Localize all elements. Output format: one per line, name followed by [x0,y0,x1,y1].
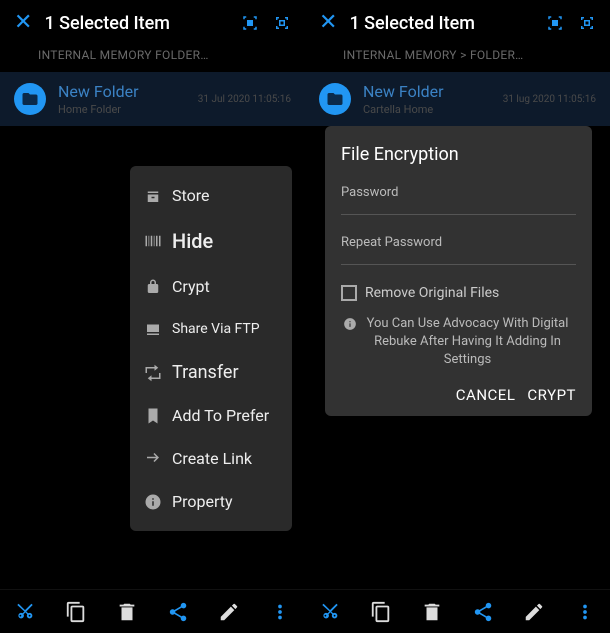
folder-info: New Folder Cartella Home [363,82,491,116]
remove-original-checkbox[interactable]: Remove Original Files [341,285,576,301]
menu-property[interactable]: Property [130,480,292,523]
lock-icon [144,278,162,296]
info-icon [144,493,162,511]
breadcrumb: INTERNAL MEMORY FOLDER… [0,42,305,72]
password-label: Password [341,185,576,200]
share-icon[interactable] [167,601,189,623]
header-title: 1 Selected Item [349,13,534,34]
body: File Encryption Password Repeat Password… [305,126,610,589]
breadcrumb: INTERNAL MEMORY > FOLDER… [305,42,610,72]
share-icon[interactable] [472,601,494,623]
menu-crypt[interactable]: Crypt [130,265,292,308]
cancel-button[interactable]: CANCEL [456,386,516,404]
folder-info: New Folder Home Folder [58,82,186,116]
link-icon [144,450,162,468]
menu-store-label: Store [172,186,209,205]
menu-store[interactable]: Store [130,174,292,217]
delete-icon[interactable] [116,601,138,623]
menu-share-ftp-label: Share Via FTP [172,321,260,337]
screen-right: ✕ 1 Selected Item INTERNAL MEMORY > FOLD… [305,0,610,633]
menu-share-ftp[interactable]: Share Via FTP [130,308,292,350]
advisory-label: You Can Use Advocacy With Digital Rebuke… [361,315,574,370]
menu-add-prefer[interactable]: Add To Prefer [130,395,292,437]
info-icon [343,317,357,337]
folder-row[interactable]: New Folder Cartella Home 31 lug 2020 11:… [305,72,610,126]
header-actions [241,14,291,32]
close-icon[interactable]: ✕ [14,12,32,34]
ftp-icon [144,320,162,338]
more-icon[interactable] [574,601,596,623]
repeat-password-input[interactable] [341,264,576,265]
folder-icon [319,83,351,115]
bottom-toolbar [305,589,610,633]
screen-left: ✕ 1 Selected Item INTERNAL MEMORY FOLDER… [0,0,305,633]
bookmark-icon [144,407,162,425]
crypt-button[interactable]: CRYPT [527,386,576,404]
remove-original-label: Remove Original Files [365,285,499,301]
folder-icon [14,83,46,115]
menu-property-label: Property [172,492,233,511]
repeat-password-label: Repeat Password [341,235,576,250]
password-input[interactable] [341,214,576,215]
dialog-title: File Encryption [341,144,576,165]
edit-icon[interactable] [218,601,240,623]
close-icon[interactable]: ✕ [319,12,337,34]
bottom-toolbar [0,589,305,633]
edit-icon[interactable] [523,601,545,623]
menu-transfer[interactable]: Transfer [130,350,292,395]
copy-icon[interactable] [370,601,392,623]
transfer-icon [144,364,162,382]
folder-subtitle: Home Folder [58,103,186,116]
menu-create-link-label: Create Link [172,449,252,468]
cut-icon[interactable] [14,601,36,623]
menu-transfer-label: Transfer [172,362,239,383]
menu-crypt-label: Crypt [172,277,210,296]
folder-subtitle: Cartella Home [363,103,491,116]
folder-date: 31 lug 2020 11:05:16 [503,94,596,105]
folder-date: 31 Jul 2020 11:05:16 [198,94,291,105]
deselect-icon[interactable] [273,14,291,32]
body: Store Hide Crypt Share Via FTP Transfer … [0,126,305,589]
folder-row[interactable]: New Folder Home Folder 31 Jul 2020 11:05… [0,72,305,126]
more-icon[interactable] [269,601,291,623]
hide-icon [144,232,162,250]
context-menu: Store Hide Crypt Share Via FTP Transfer … [130,166,292,531]
header: ✕ 1 Selected Item [305,0,610,42]
menu-hide[interactable]: Hide [130,217,292,265]
select-all-icon[interactable] [241,14,259,32]
header-actions [546,14,596,32]
copy-icon[interactable] [65,601,87,623]
deselect-icon[interactable] [578,14,596,32]
cut-icon[interactable] [319,601,341,623]
menu-hide-label: Hide [172,229,213,253]
menu-add-prefer-label: Add To Prefer [172,408,269,424]
header: ✕ 1 Selected Item [0,0,305,42]
folder-name: New Folder [58,82,186,101]
delete-icon[interactable] [421,601,443,623]
menu-create-link[interactable]: Create Link [130,437,292,480]
folder-name: New Folder [363,82,491,101]
checkbox-icon [341,285,357,301]
encryption-dialog: File Encryption Password Repeat Password… [325,126,592,416]
archive-icon [144,187,162,205]
select-all-icon[interactable] [546,14,564,32]
advisory-text: You Can Use Advocacy With Digital Rebuke… [341,315,576,386]
header-title: 1 Selected Item [44,13,229,34]
dialog-actions: CANCEL CRYPT [341,386,576,404]
